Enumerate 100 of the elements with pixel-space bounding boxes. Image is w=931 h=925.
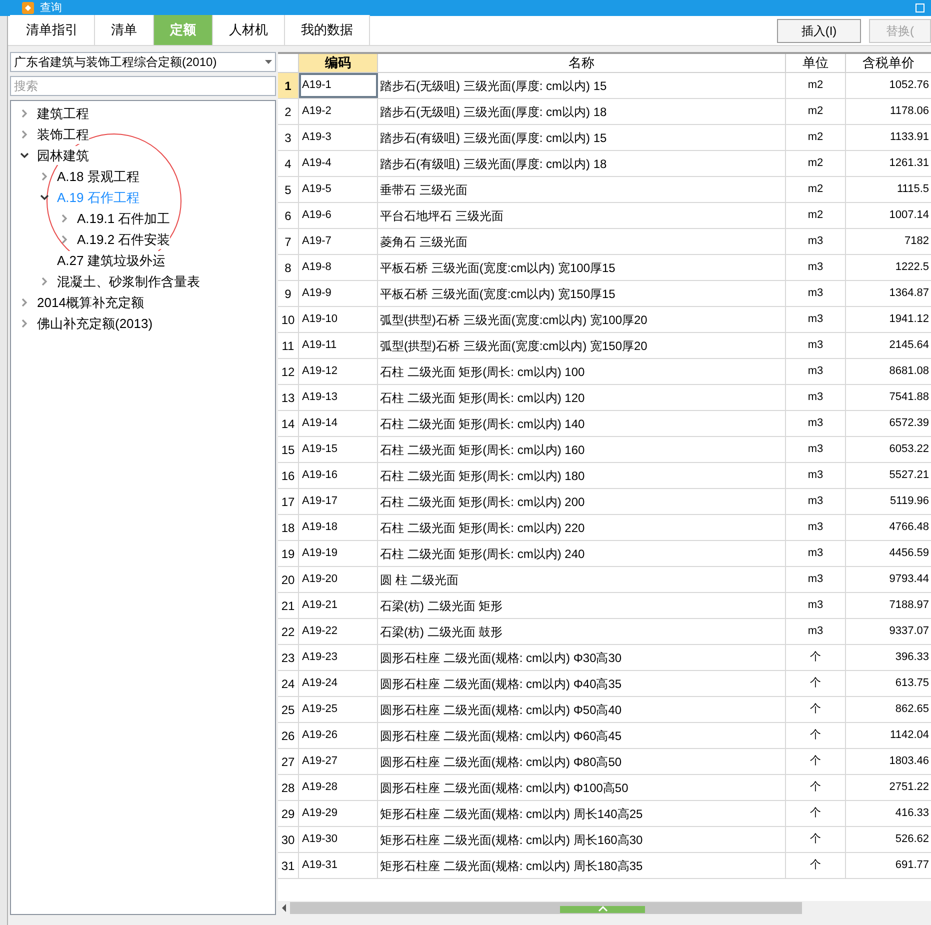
table-cell: m3 [786, 333, 846, 358]
maximize-icon[interactable] [915, 3, 925, 13]
table-cell: m2 [786, 125, 846, 150]
table-cell: 平板石桥 三级光面(宽度:cm以内) 宽100厚15 [378, 255, 786, 280]
tab[interactable]: 人材机 [213, 15, 285, 45]
table-cell: A19-14 [299, 411, 378, 436]
search-field[interactable]: 搜索 [10, 76, 276, 96]
table-cell: A19-6 [299, 203, 378, 228]
table-cell: m2 [786, 177, 846, 202]
table-cell: A19-13 [299, 385, 378, 410]
tree-item[interactable]: A.27 建筑垃圾外运 [57, 250, 166, 270]
table-cell: m3 [786, 489, 846, 514]
table-cell: A19-4 [299, 151, 378, 176]
table-cell: A19-21 [299, 593, 378, 618]
table-cell: A19-16 [299, 463, 378, 488]
table-cell: 踏步石(有级咀) 三级光面(厚度: cm以内) 18 [378, 151, 786, 176]
table-cell: 9793.44 [846, 567, 931, 592]
table-cell: A19-7 [299, 229, 378, 254]
table-cell: 个 [786, 775, 846, 800]
dropdown-caret-icon [265, 60, 272, 64]
table-cell: A19-28 [299, 775, 378, 800]
table-cell: A19-12 [299, 359, 378, 384]
table-cell: 5527.21 [846, 463, 931, 488]
table-cell: A19-10 [299, 307, 378, 332]
table-cell: m3 [786, 567, 846, 592]
table-cell: 1115.5 [846, 177, 931, 202]
tab[interactable]: 我的数据 [285, 15, 370, 45]
table-cell: 7188.97 [846, 593, 931, 618]
table-cell: 石柱 二级光面 矩形(周长: cm以内) 160 [378, 437, 786, 462]
table-cell: 平台石地坪石 三级光面 [378, 203, 786, 228]
chevron-right-icon[interactable] [40, 172, 48, 181]
table-cell: 石柱 二级光面 矩形(周长: cm以内) 240 [378, 541, 786, 566]
table-cell: A19-2 [299, 99, 378, 124]
tree-item[interactable]: 园林建筑 [37, 146, 89, 166]
table-cell: 4766.48 [846, 515, 931, 540]
table-cell: A19-24 [299, 671, 378, 696]
table-cell: m3 [786, 541, 846, 566]
table-cell: A19-23 [299, 645, 378, 670]
chevron-right-icon[interactable] [20, 109, 28, 118]
table-cell: 石梁(枋) 二级光面 矩形 [378, 593, 786, 618]
chevron-right-icon[interactable] [20, 298, 28, 307]
table-cell: 个 [786, 827, 846, 852]
horizontal-scrollbar[interactable] [278, 901, 931, 915]
table-cell: m2 [786, 203, 846, 228]
table-cell: m3 [786, 515, 846, 540]
chevron-right-icon[interactable] [60, 214, 68, 223]
table-cell: 613.75 [846, 671, 931, 696]
table-cell: 圆形石柱座 二级光面(规格: cm以内) Φ60高45 [378, 723, 786, 748]
chevron-right-icon[interactable] [20, 130, 28, 139]
column-header[interactable]: 编码 [299, 54, 378, 72]
table-cell: 踏步石(无级咀) 三级光面(厚度: cm以内) 18 [378, 99, 786, 124]
table-cell: 1261.31 [846, 151, 931, 176]
table-cell: 416.33 [846, 801, 931, 826]
table-cell: A19-30 [299, 827, 378, 852]
toolbar-button[interactable]: 插入(I) [777, 18, 861, 42]
table-cell: m3 [786, 385, 846, 410]
scrollbar-thumb[interactable] [290, 902, 802, 914]
table-cell: 9337.07 [846, 619, 931, 644]
table-cell: A19-18 [299, 515, 378, 540]
table-cell: 弧型(拱型)石桥 三级光面(宽度:cm以内) 宽150厚20 [378, 333, 786, 358]
table-cell: m3 [786, 411, 846, 436]
table-cell: A19-20 [299, 567, 378, 592]
chevron-up-icon [598, 906, 608, 912]
chevron-right-icon[interactable] [40, 277, 48, 286]
chevron-right-icon[interactable] [20, 319, 28, 328]
table-cell: m3 [786, 619, 846, 644]
tab[interactable]: 清单 [95, 15, 154, 45]
table-cell: 矩形石柱座 二级光面(规格: cm以内) 周长140高25 [378, 801, 786, 826]
library-dropdown[interactable]: 广东省建筑与装饰工程综合定额(2010) [10, 52, 276, 72]
table-cell: 矩形石柱座 二级光面(规格: cm以内) 周长160高30 [378, 827, 786, 852]
table-cell: A19-3 [299, 125, 378, 150]
table-cell: 2751.22 [846, 775, 931, 800]
table-cell: 862.65 [846, 697, 931, 722]
table-cell: m3 [786, 255, 846, 280]
table-cell: A19-11 [299, 333, 378, 358]
table-cell: 1133.91 [846, 125, 931, 150]
table-cell: m3 [786, 593, 846, 618]
chevron-down-icon[interactable] [20, 151, 28, 160]
table-cell: 6053.22 [846, 437, 931, 462]
table-cell: 1941.12 [846, 307, 931, 332]
table-cell: A19-5 [299, 177, 378, 202]
table-cell: 矩形石柱座 二级光面(规格: cm以内) 周长180高35 [378, 853, 786, 878]
table-cell: m3 [786, 307, 846, 332]
table-cell: 平板石桥 三级光面(宽度:cm以内) 宽150厚15 [378, 281, 786, 306]
chevron-right-icon[interactable] [60, 235, 68, 244]
row-number: 1 [278, 73, 299, 98]
table-cell: A19-25 [299, 697, 378, 722]
tab[interactable]: 清单指引 [10, 15, 95, 45]
splitter-handle[interactable] [560, 906, 645, 913]
table-cell: 2145.64 [846, 333, 931, 358]
table-cell: 圆形石柱座 二级光面(规格: cm以内) Φ80高50 [378, 749, 786, 774]
table-cell: A19-22 [299, 619, 378, 644]
table-cell: 1364.87 [846, 281, 931, 306]
table-cell: 个 [786, 801, 846, 826]
chevron-down-icon[interactable] [40, 193, 48, 202]
table-cell: 踏步石(无级咀) 三级光面(厚度: cm以内) 15 [378, 73, 786, 98]
table-cell: A19-29 [299, 801, 378, 826]
table-cell: 石柱 二级光面 矩形(周长: cm以内) 180 [378, 463, 786, 488]
table-cell: 1803.46 [846, 749, 931, 774]
table-cell: 个 [786, 697, 846, 722]
